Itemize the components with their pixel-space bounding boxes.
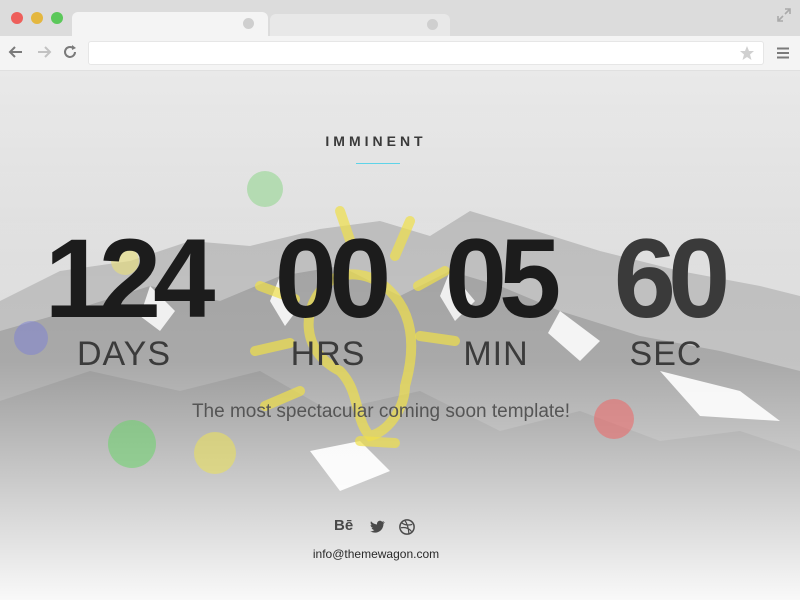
address-bar[interactable] xyxy=(88,41,764,65)
fullscreen-expand-icon[interactable] xyxy=(776,7,792,23)
close-window-button[interactable] xyxy=(11,12,23,24)
browser-tab-strip xyxy=(0,0,800,38)
bookmark-star-icon[interactable] xyxy=(739,45,755,61)
countdown-days-value: 124 xyxy=(44,216,216,341)
forward-arrow-icon[interactable] xyxy=(36,44,52,60)
browser-toolbar xyxy=(0,36,800,71)
behance-icon[interactable]: Bē xyxy=(334,517,358,535)
browser-menu-icon[interactable] xyxy=(776,46,790,60)
countdown-hours-label: HRS xyxy=(290,335,366,373)
browser-tab-inactive[interactable] xyxy=(270,14,450,36)
page-viewport: IMMINENT 124 00 05 60 DAYS HRS MIN SEC T… xyxy=(0,71,800,600)
brand-underline-divider xyxy=(356,163,400,164)
url-input[interactable] xyxy=(89,42,745,64)
countdown-seconds-label: SEC xyxy=(629,335,703,373)
maximize-window-button[interactable] xyxy=(51,12,63,24)
tab-close-icon[interactable] xyxy=(427,19,438,30)
countdown-hours-value: 00 xyxy=(274,216,392,341)
minimize-window-button[interactable] xyxy=(31,12,43,24)
social-links: Bē xyxy=(334,517,424,537)
back-arrow-icon[interactable] xyxy=(8,44,24,60)
countdown-days-label: DAYS xyxy=(76,335,172,373)
brand-logo-text[interactable]: IMMINENT xyxy=(0,133,752,149)
countdown-minutes-value: 05 xyxy=(444,216,562,341)
countdown-seconds-value: 60 xyxy=(613,216,731,341)
browser-tab-active[interactable] xyxy=(72,12,268,38)
tagline: The most spectacular coming soon templat… xyxy=(191,401,571,422)
contact-email-link[interactable]: info@themewagon.com xyxy=(0,547,752,561)
twitter-icon[interactable] xyxy=(368,518,386,536)
tab-close-icon[interactable] xyxy=(243,18,254,29)
reload-icon[interactable] xyxy=(62,44,78,60)
dribbble-icon[interactable] xyxy=(398,518,416,536)
countdown-minutes-label: MIN xyxy=(463,335,529,373)
